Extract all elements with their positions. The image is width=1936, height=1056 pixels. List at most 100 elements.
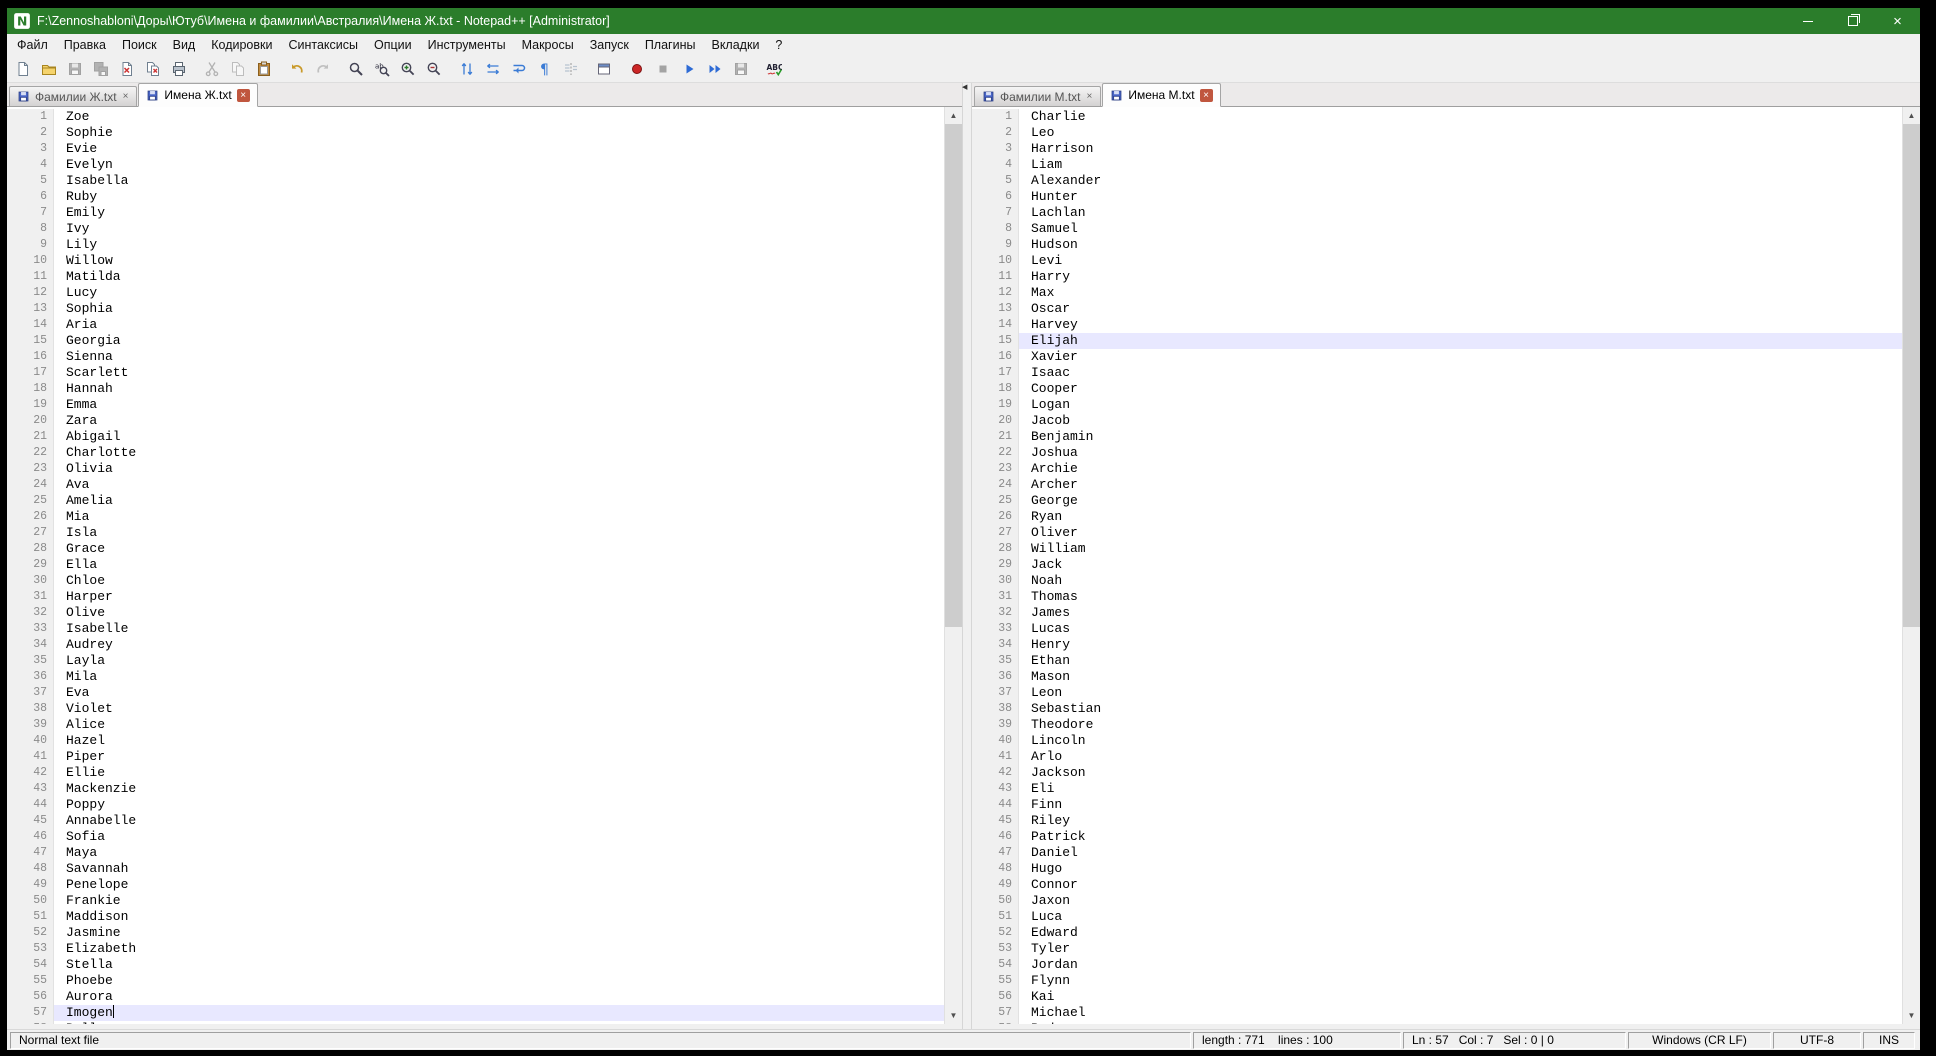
line-number[interactable]: 2: [7, 125, 54, 141]
line-number[interactable]: 5: [7, 173, 54, 189]
line-text[interactable]: Isabelle: [54, 621, 944, 637]
line-number[interactable]: 6: [972, 189, 1019, 205]
line-text[interactable]: Luca: [1019, 909, 1902, 925]
save-button[interactable]: [62, 57, 88, 81]
line-text[interactable]: Jacob: [1019, 413, 1902, 429]
vertical-scrollbar-right[interactable]: ▲▼: [1902, 107, 1920, 1024]
line-number[interactable]: 10: [7, 253, 54, 269]
line-number[interactable]: 40: [7, 733, 54, 749]
line-text[interactable]: Lucas: [1019, 621, 1902, 637]
line-text[interactable]: Thomas: [1019, 589, 1902, 605]
undo-button[interactable]: [284, 57, 310, 81]
line-number[interactable]: 19: [7, 397, 54, 413]
word-wrap-button[interactable]: [506, 57, 532, 81]
line-text[interactable]: Lincoln: [1019, 733, 1902, 749]
line-number[interactable]: 35: [7, 653, 54, 669]
line-number[interactable]: 12: [972, 285, 1019, 301]
line-number[interactable]: 46: [7, 829, 54, 845]
line-text[interactable]: Ella: [54, 557, 944, 573]
line-text[interactable]: Noah: [1019, 573, 1902, 589]
line-number[interactable]: 7: [972, 205, 1019, 221]
line-number[interactable]: 25: [972, 493, 1019, 509]
line-number[interactable]: 26: [7, 509, 54, 525]
line-number[interactable]: 43: [972, 781, 1019, 797]
cut-button[interactable]: [199, 57, 225, 81]
tab-right-0[interactable]: Фамилии M.txt×: [974, 86, 1101, 106]
line-number[interactable]: 7: [7, 205, 54, 221]
line-text[interactable]: Cooper: [1019, 381, 1902, 397]
line-number[interactable]: 42: [7, 765, 54, 781]
line-number[interactable]: 6: [7, 189, 54, 205]
find-button[interactable]: [343, 57, 369, 81]
line-text[interactable]: Penelope: [54, 877, 944, 893]
line-number[interactable]: 30: [7, 573, 54, 589]
line-text[interactable]: Eli: [1019, 781, 1902, 797]
spell-check-button[interactable]: ABC: [761, 57, 787, 81]
line-text[interactable]: Ethan: [1019, 653, 1902, 669]
line-number[interactable]: 31: [972, 589, 1019, 605]
line-number[interactable]: 52: [7, 925, 54, 941]
save-all-button[interactable]: [88, 57, 114, 81]
line-text[interactable]: George: [1019, 493, 1902, 509]
line-text[interactable]: Abigail: [54, 429, 944, 445]
line-number[interactable]: 28: [7, 541, 54, 557]
line-number[interactable]: 35: [972, 653, 1019, 669]
line-number[interactable]: 27: [972, 525, 1019, 541]
line-text[interactable]: William: [1019, 541, 1902, 557]
sync-scroll-v-button[interactable]: [454, 57, 480, 81]
macro-play-button[interactable]: [676, 57, 702, 81]
line-number[interactable]: 24: [7, 477, 54, 493]
line-number[interactable]: 45: [7, 813, 54, 829]
line-text[interactable]: Frankie: [54, 893, 944, 909]
line-text[interactable]: Georgia: [54, 333, 944, 349]
line-text[interactable]: Samuel: [1019, 221, 1902, 237]
line-number[interactable]: 36: [972, 669, 1019, 685]
line-number[interactable]: 56: [972, 989, 1019, 1005]
vertical-scrollbar-left[interactable]: ▲▼: [944, 107, 962, 1024]
line-number[interactable]: 32: [972, 605, 1019, 621]
line-number[interactable]: 16: [972, 349, 1019, 365]
line-number[interactable]: 51: [972, 909, 1019, 925]
status-length-lines[interactable]: length : 771 lines : 100: [1193, 1032, 1401, 1049]
line-text[interactable]: Sebastian: [1019, 701, 1902, 717]
line-number[interactable]: 8: [972, 221, 1019, 237]
line-text[interactable]: Max: [1019, 285, 1902, 301]
text-area-right[interactable]: 1Charlie2Leo3Harrison4Liam5Alexander6Hun…: [972, 107, 1902, 1024]
line-text[interactable]: Alexander: [1019, 173, 1902, 189]
line-text[interactable]: Theodore: [1019, 717, 1902, 733]
line-number[interactable]: 51: [7, 909, 54, 925]
menu-item-tools[interactable]: Инструменты: [420, 36, 514, 54]
line-number[interactable]: 58: [7, 1021, 54, 1024]
line-text[interactable]: Elijah: [1019, 333, 1902, 349]
line-number[interactable]: 54: [7, 957, 54, 973]
line-text[interactable]: Phoebe: [54, 973, 944, 989]
line-text[interactable]: Lucy: [54, 285, 944, 301]
line-number[interactable]: 31: [7, 589, 54, 605]
line-text[interactable]: Oliver: [1019, 525, 1902, 541]
line-text[interactable]: Sophie: [54, 125, 944, 141]
menu-item-file[interactable]: Файл: [9, 36, 56, 54]
scroll-down-arrow[interactable]: ▼: [1903, 1007, 1920, 1024]
line-text[interactable]: Bella: [54, 1021, 944, 1024]
new-file-button[interactable]: [10, 57, 36, 81]
line-number[interactable]: 16: [7, 349, 54, 365]
line-text[interactable]: Jordan: [1019, 957, 1902, 973]
scroll-track[interactable]: [945, 124, 962, 1007]
line-text[interactable]: Imogen: [54, 1005, 944, 1021]
line-number[interactable]: 29: [972, 557, 1019, 573]
line-text[interactable]: Ellie: [54, 765, 944, 781]
line-number[interactable]: 38: [972, 701, 1019, 717]
line-text[interactable]: James: [1019, 605, 1902, 621]
line-text[interactable]: Arlo: [1019, 749, 1902, 765]
line-number[interactable]: 42: [972, 765, 1019, 781]
minimize-button[interactable]: [1785, 8, 1830, 34]
line-number[interactable]: 5: [972, 173, 1019, 189]
line-number[interactable]: 48: [7, 861, 54, 877]
line-text[interactable]: Savannah: [54, 861, 944, 877]
line-text[interactable]: Sophia: [54, 301, 944, 317]
paste-button[interactable]: [251, 57, 277, 81]
line-text[interactable]: Aurora: [54, 989, 944, 1005]
line-text[interactable]: Emily: [54, 205, 944, 221]
line-text[interactable]: Henry: [1019, 637, 1902, 653]
line-number[interactable]: 38: [7, 701, 54, 717]
